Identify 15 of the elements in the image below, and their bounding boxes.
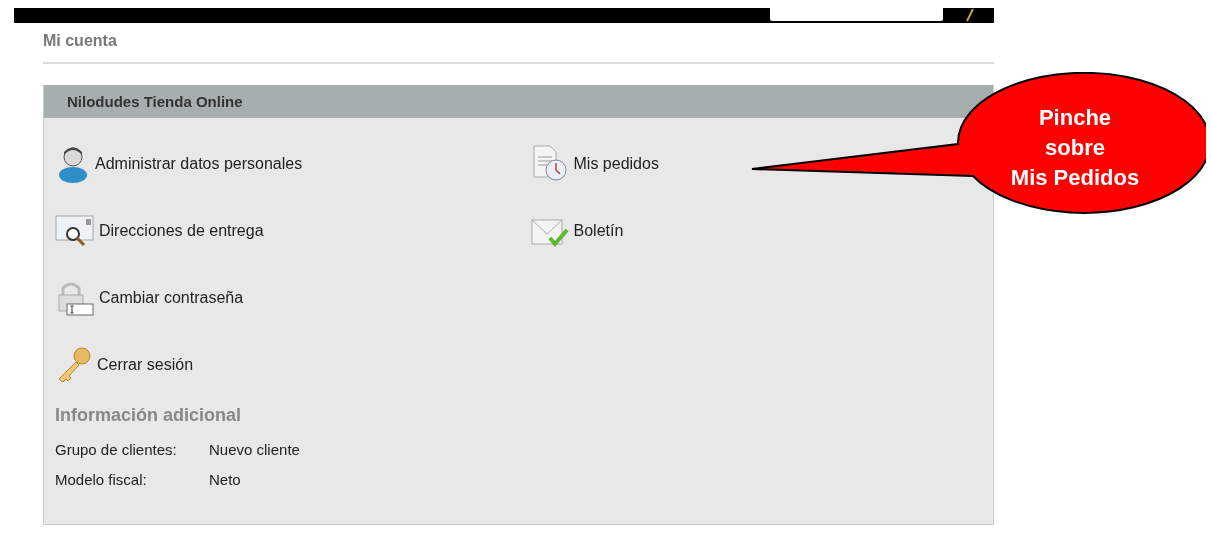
search-field[interactable] (770, 8, 943, 21)
info-label: Grupo de clientes: (55, 440, 178, 458)
account-link[interactable]: Cambiar contraseña (55, 263, 244, 330)
section-heading: Información adicional (55, 405, 243, 426)
info-value: Neto (209, 470, 241, 488)
account-link[interactable]: Administrar datos personales (55, 129, 303, 196)
account-link[interactable]: Direcciones de entrega (55, 196, 264, 263)
panel-header: Nilodudes Tienda Online (44, 85, 993, 118)
info-value: Nuevo cliente (209, 440, 300, 458)
account-link[interactable]: Boletín (529, 196, 624, 263)
page-title: Mi cuenta (43, 31, 118, 51)
account-link[interactable]: Cerrar sesión (55, 330, 194, 397)
account-link[interactable]: Mis pedidos (529, 129, 659, 196)
info-label: Modelo fiscal: (55, 470, 148, 488)
callout-text: Pinche sobre Mis Pedidos (1009, 104, 1141, 192)
